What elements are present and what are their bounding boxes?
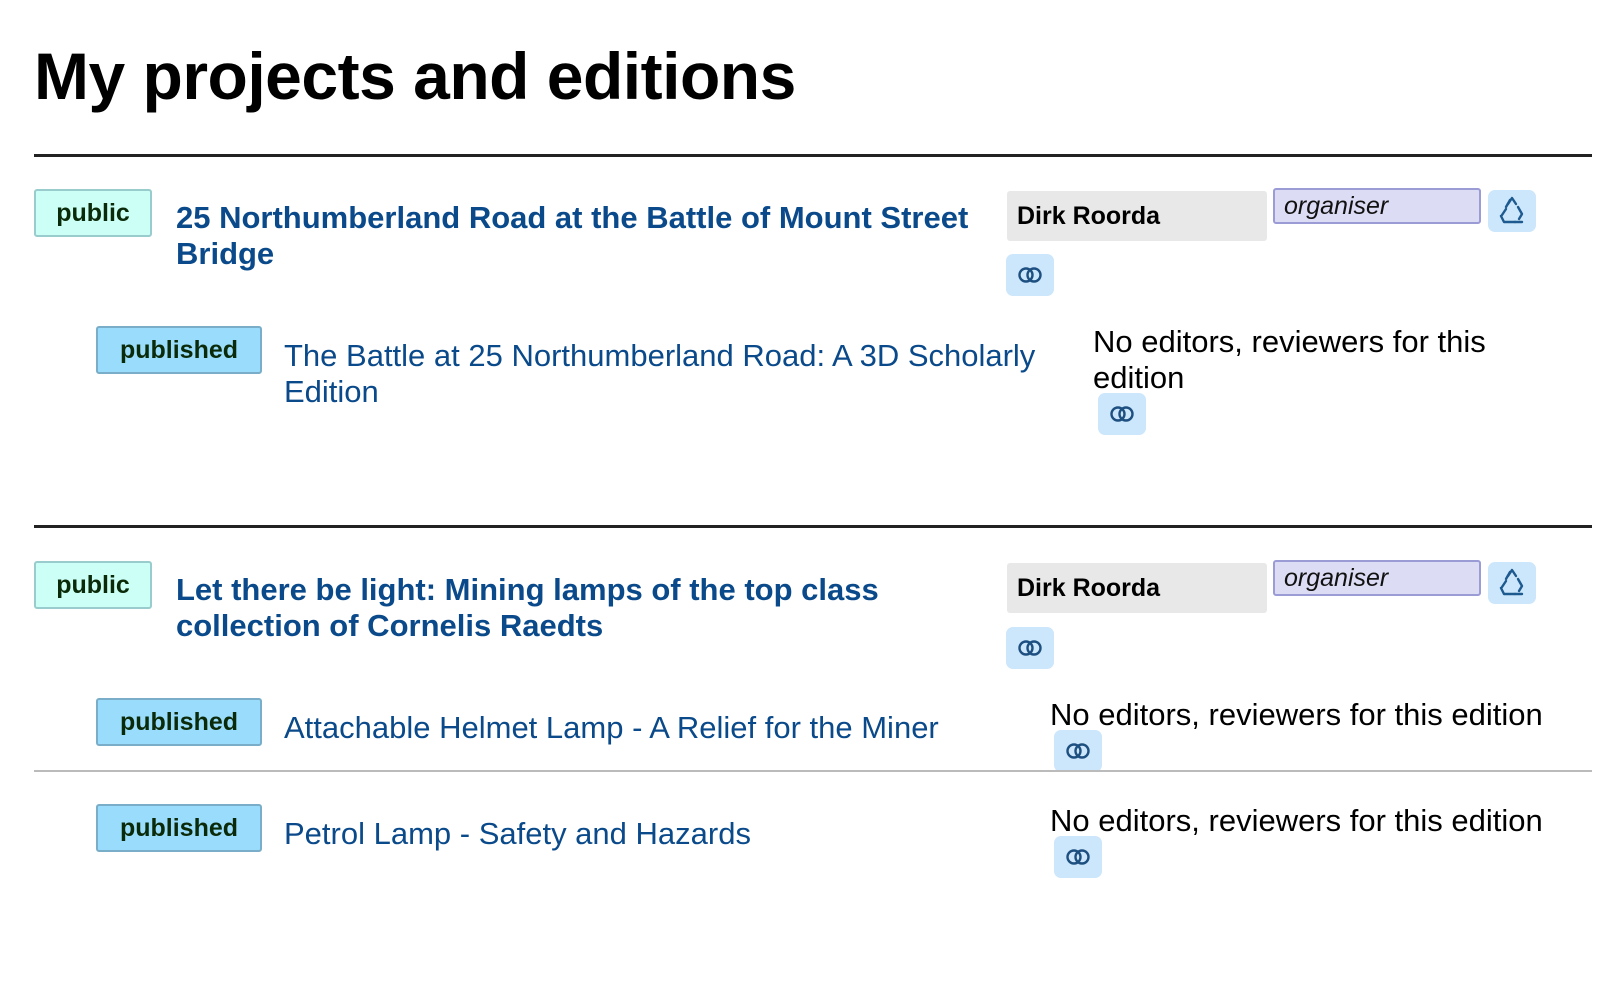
recycle-icon	[1499, 196, 1524, 224]
linked-rings-icon	[1066, 849, 1090, 865]
edition-title-link[interactable]: Attachable Helmet Lamp - A Relief for th…	[284, 710, 1024, 746]
edition-status-badge: published	[96, 698, 262, 746]
edition-status-badge: published	[96, 326, 262, 374]
project-title-link[interactable]: 25 Northumberland Road at the Battle of …	[176, 200, 991, 272]
project-title-link[interactable]: Let there be light: Mining lamps of the …	[176, 572, 991, 644]
page-title: My projects and editions	[34, 39, 796, 113]
no-editors-text: No editors, reviewers for this edition	[1050, 697, 1543, 732]
project-status-badge: public	[34, 561, 152, 609]
edition-link-button[interactable]	[1054, 730, 1102, 772]
project-link-button[interactable]	[1006, 627, 1054, 669]
page: My projects and editions public 25 North…	[0, 0, 1610, 990]
edition-title-link[interactable]: Petrol Lamp - Safety and Hazards	[284, 816, 1024, 852]
project-link-button[interactable]	[1006, 254, 1054, 296]
project-user-name: Dirk Roorda	[1007, 563, 1267, 613]
recycle-icon	[1499, 568, 1524, 596]
edition-divider	[34, 770, 1592, 772]
project-divider	[34, 154, 1592, 157]
project-status-badge: public	[34, 189, 152, 237]
project-divider	[34, 525, 1592, 528]
edition-link-button[interactable]	[1054, 836, 1102, 878]
edition-status-badge: published	[96, 804, 262, 852]
project-role-field[interactable]: organiser	[1273, 188, 1481, 224]
recycle-button[interactable]	[1488, 562, 1536, 604]
linked-rings-icon	[1066, 743, 1090, 759]
project-role-field[interactable]: organiser	[1273, 560, 1481, 596]
no-editors-text: No editors, reviewers for this edition	[1050, 803, 1543, 838]
no-editors-text: No editors, reviewers for this edition	[1093, 324, 1486, 395]
recycle-button[interactable]	[1488, 190, 1536, 232]
linked-rings-icon	[1110, 406, 1134, 422]
edition-title-link[interactable]: The Battle at 25 Northumberland Road: A …	[284, 338, 1074, 410]
project-user-name: Dirk Roorda	[1007, 191, 1267, 241]
edition-link-button[interactable]	[1098, 393, 1146, 435]
linked-rings-icon	[1018, 267, 1042, 283]
linked-rings-icon	[1018, 640, 1042, 656]
